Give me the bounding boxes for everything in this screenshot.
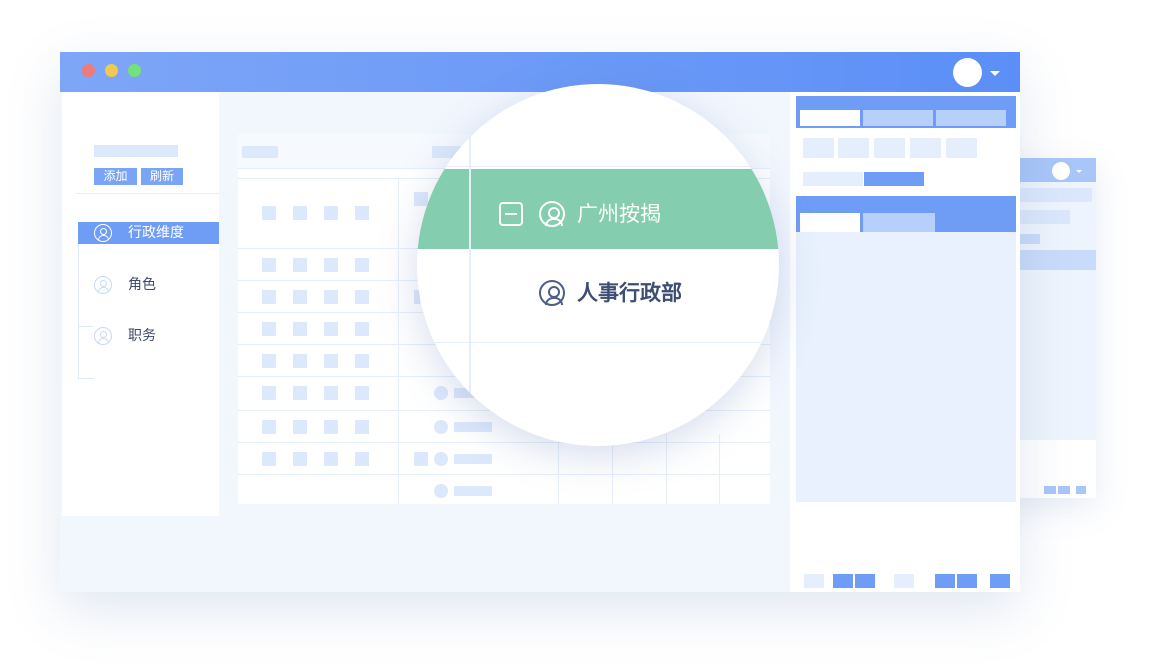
tree-item-position[interactable]: 职务 <box>78 325 219 347</box>
placeholder-block <box>864 172 924 186</box>
placeholder-block <box>1058 486 1070 494</box>
placeholder-block <box>803 172 863 186</box>
divider <box>76 193 219 194</box>
placeholder-block <box>1020 234 1040 244</box>
placeholder-block <box>434 420 448 434</box>
pager-block[interactable] <box>804 574 824 588</box>
user-circle-icon <box>94 327 112 345</box>
detail-subtabbar <box>796 196 1016 232</box>
subtab-1[interactable] <box>800 213 860 232</box>
placeholder-block <box>454 422 492 432</box>
tree-connector <box>78 222 79 378</box>
pager-block[interactable] <box>990 574 1010 588</box>
placeholder-block <box>1020 188 1092 202</box>
placeholder-block <box>414 452 428 466</box>
user-circle-icon <box>539 201 565 227</box>
tree-item-label: 职务 <box>128 328 156 344</box>
placeholder-block <box>874 138 905 158</box>
magnifier-lens: 广州按揭 人事行政部 <box>417 84 779 446</box>
pager-block[interactable] <box>833 574 853 588</box>
tree-connector <box>78 378 94 379</box>
tab-3[interactable] <box>936 110 1006 126</box>
window-titlebar <box>60 52 1020 92</box>
tree-row-guangzhou[interactable]: 广州按揭 <box>417 169 779 249</box>
tree-row-label: 广州按揭 <box>577 202 661 226</box>
pager-block[interactable] <box>894 574 914 588</box>
detail-tabbar <box>796 96 1016 128</box>
tab-1[interactable] <box>800 110 860 126</box>
pager-block[interactable] <box>855 574 875 588</box>
avatar[interactable] <box>953 58 982 87</box>
refresh-button[interactable]: 刷新 <box>141 168 183 185</box>
add-button[interactable]: 添加 <box>94 168 137 185</box>
placeholder-block <box>434 452 448 466</box>
row-divider <box>238 474 770 475</box>
chevron-down-icon <box>1076 170 1082 173</box>
tab-2[interactable] <box>863 110 933 126</box>
column-divider <box>558 434 559 504</box>
tree-item-role[interactable]: 角色 <box>78 274 219 296</box>
placeholder-block <box>910 138 941 158</box>
pager-block[interactable] <box>957 574 977 588</box>
column-divider <box>469 84 471 446</box>
chevron-down-icon[interactable] <box>990 71 1000 76</box>
tree-row-personnel[interactable]: 人事行政部 <box>577 279 682 307</box>
pager-block[interactable] <box>935 574 955 588</box>
row-divider <box>417 166 779 167</box>
detail-content <box>796 196 1016 502</box>
placeholder-block <box>1076 486 1086 494</box>
maximize-dot[interactable] <box>128 64 141 77</box>
column-divider <box>398 178 399 504</box>
column-divider <box>719 434 720 504</box>
tree-panel: 添加 刷新 行政维度 角色 职务 <box>62 92 219 516</box>
placeholder-block <box>1044 486 1056 494</box>
placeholder-block <box>434 386 448 400</box>
placeholder-block <box>454 486 492 496</box>
row-divider <box>238 442 770 443</box>
user-circle-icon <box>94 224 112 242</box>
tree-item-label: 行政维度 <box>128 225 184 241</box>
placeholder-block <box>838 138 869 158</box>
subtab-2[interactable] <box>863 213 935 232</box>
header-placeholder <box>242 146 278 158</box>
detail-panel <box>790 92 1020 592</box>
tree-item-administrative-dimension[interactable]: 行政维度 <box>78 222 219 244</box>
placeholder-block <box>1020 250 1096 270</box>
collapse-square-icon[interactable] <box>499 202 523 226</box>
placeholder-block <box>434 484 448 498</box>
background-avatar <box>1052 162 1070 180</box>
row-divider <box>417 342 779 343</box>
placeholder-block <box>803 138 834 158</box>
tree-item-label: 角色 <box>128 277 156 293</box>
user-circle-icon <box>94 276 112 294</box>
placeholder-block <box>454 454 492 464</box>
placeholder-block <box>946 138 977 158</box>
placeholder-block <box>1020 210 1070 224</box>
minimize-dot[interactable] <box>105 64 118 77</box>
user-circle-icon <box>539 280 565 306</box>
search-placeholder <box>94 145 178 157</box>
close-dot[interactable] <box>82 64 95 77</box>
column-divider <box>666 434 667 504</box>
